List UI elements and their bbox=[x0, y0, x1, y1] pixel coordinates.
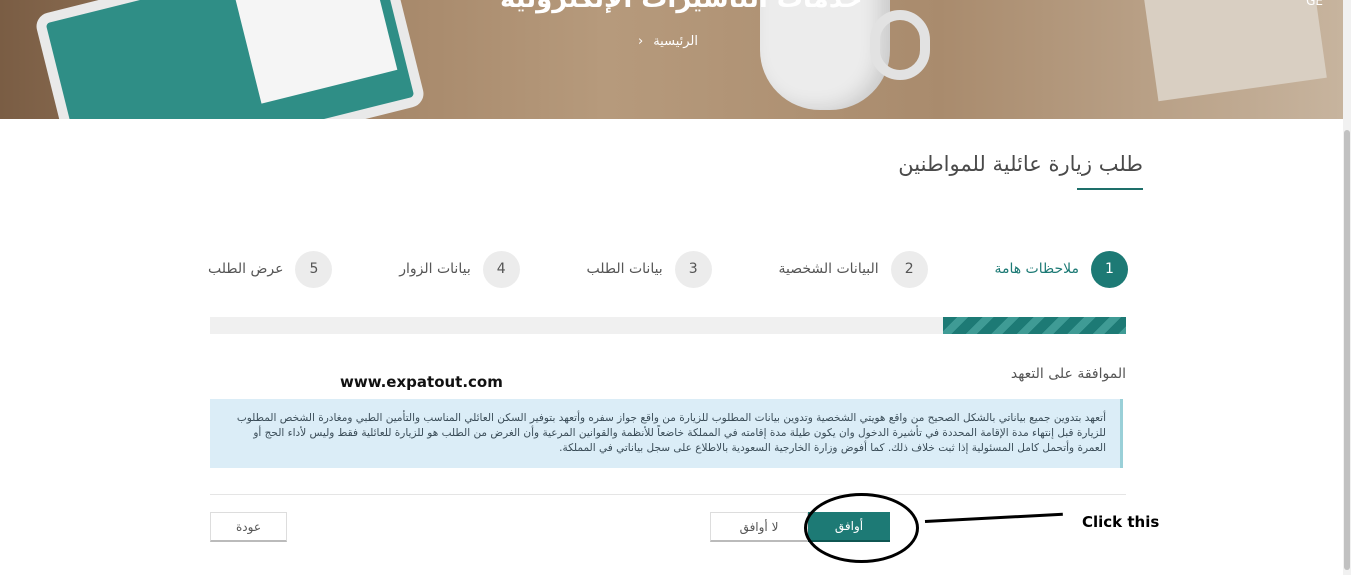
step-number: 4 bbox=[482, 250, 520, 288]
step-number: 3 bbox=[674, 250, 712, 288]
step-label: ملاحظات هامة bbox=[994, 261, 1079, 277]
annotation-click-text: Click this bbox=[1082, 513, 1160, 531]
chevron-left-icon: ‹ bbox=[638, 34, 644, 49]
divider bbox=[210, 494, 1126, 495]
tablet-screen bbox=[234, 0, 398, 104]
step-number: 5 bbox=[295, 250, 333, 288]
step-review-request[interactable]: 5 عرض الطلب bbox=[208, 250, 333, 288]
wizard-progress-bar bbox=[210, 317, 1126, 334]
hero-banner: خدمات التأشيرات الإلكترونية GE الرئيسية … bbox=[0, 0, 1343, 119]
step-visitors-data[interactable]: 4 بيانات الزوار bbox=[399, 250, 520, 288]
disagree-button[interactable]: لا أوافق bbox=[710, 512, 808, 542]
breadcrumb-home-link[interactable]: الرئيسية bbox=[653, 34, 698, 49]
scrollbar-thumb[interactable] bbox=[1344, 130, 1350, 570]
passport-stamp-photo bbox=[1143, 0, 1327, 102]
step-label: بيانات الطلب bbox=[586, 261, 663, 277]
pledge-heading: الموافقة على التعهد bbox=[1010, 366, 1126, 382]
step-label: البيانات الشخصية bbox=[778, 261, 879, 277]
watermark-text: www.expatout.com bbox=[340, 373, 503, 391]
step-label: عرض الطلب bbox=[208, 261, 284, 277]
step-request-data[interactable]: 3 بيانات الطلب bbox=[587, 250, 712, 288]
pledge-text-box: أتعهد بتدوين جميع بياناتي بالشكل الصحيح … bbox=[210, 399, 1123, 468]
annotation-arrow-line bbox=[924, 512, 1063, 523]
page-title: طلب زيارة عائلية للمواطنين bbox=[898, 152, 1143, 176]
progress-fill bbox=[942, 317, 1126, 334]
step-number: 2 bbox=[890, 250, 928, 288]
coffee-cup-handle bbox=[870, 10, 930, 80]
back-button[interactable]: عودة bbox=[210, 512, 287, 542]
breadcrumb: الرئيسية ‹ bbox=[638, 34, 698, 49]
hero-corner-text: GE bbox=[1306, 0, 1323, 8]
tablet-photo bbox=[33, 0, 427, 119]
page-title-underline bbox=[1077, 188, 1143, 190]
hero-title: خدمات التأشيرات الإلكترونية bbox=[500, 0, 863, 14]
step-important-notes[interactable]: 1 ملاحظات هامة bbox=[994, 250, 1128, 288]
annotation-ellipse bbox=[804, 493, 919, 563]
step-label: بيانات الزوار bbox=[399, 261, 471, 277]
wizard-stepper: 1 ملاحظات هامة 2 البيانات الشخصية 3 بيان… bbox=[208, 250, 1128, 288]
step-number: 1 bbox=[1091, 250, 1128, 288]
step-personal-data[interactable]: 2 البيانات الشخصية bbox=[778, 250, 928, 288]
